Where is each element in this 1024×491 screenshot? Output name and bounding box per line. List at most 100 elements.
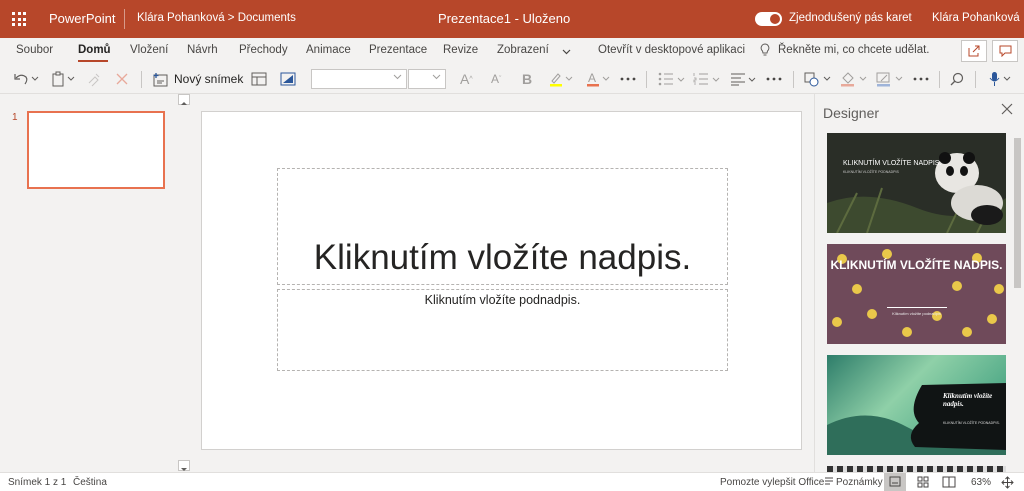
notes-icon bbox=[824, 476, 834, 489]
new-slide-button[interactable]: Nový snímek bbox=[152, 70, 243, 88]
normal-view-icon bbox=[889, 476, 901, 487]
design-idea-1-subtitle: KLIKNUTÍM VLOŽÍTE PODNADPIS bbox=[843, 170, 899, 174]
tab-soubor[interactable]: Soubor bbox=[16, 44, 53, 56]
delete-button[interactable] bbox=[116, 70, 128, 88]
comment-icon bbox=[999, 45, 1011, 57]
tab-prechody[interactable]: Přechody bbox=[239, 44, 288, 56]
notes-button[interactable]: Poznámky bbox=[836, 477, 883, 488]
document-title[interactable]: Prezentace1 - Uloženo bbox=[438, 11, 570, 26]
bold-icon: B bbox=[522, 71, 533, 87]
design-idea-3-subtitle: KLIKNUTÍM VLOŽÍTE PODNADPIS. bbox=[943, 421, 1000, 425]
ribbon-toolbar: Nový snímek A ^ Aˇ B A bbox=[0, 64, 1024, 94]
highlight-button[interactable] bbox=[549, 70, 575, 88]
slide-thumbnail-pane: 1 bbox=[0, 94, 178, 472]
format-painter-button[interactable] bbox=[86, 70, 102, 88]
title-placeholder[interactable]: Kliknutím vložíte nadpis. bbox=[277, 168, 728, 285]
more-icon bbox=[620, 77, 636, 81]
simplified-ribbon-label: Zjednodušený pás karet bbox=[789, 12, 912, 24]
tab-prezentace[interactable]: Prezentace bbox=[369, 44, 427, 56]
tab-vlozeni[interactable]: Vložení bbox=[130, 44, 168, 56]
tab-revize[interactable]: Revize bbox=[443, 44, 478, 56]
tell-me-search[interactable]: Řekněte mi, co chcete udělat. bbox=[778, 44, 930, 56]
grow-font-button[interactable]: A ^ bbox=[460, 70, 473, 88]
more-font-options[interactable] bbox=[620, 70, 636, 88]
reading-view-button[interactable] bbox=[942, 476, 956, 491]
toolbar-separator bbox=[939, 71, 940, 88]
zoom-level[interactable]: 63% bbox=[971, 477, 991, 488]
more-paragraph-options[interactable] bbox=[766, 70, 782, 88]
bullets-button[interactable] bbox=[658, 70, 686, 88]
slide-counter: Snímek 1 z 1 bbox=[8, 477, 67, 488]
fit-to-window-button[interactable] bbox=[1001, 476, 1014, 491]
share-button[interactable] bbox=[961, 40, 987, 62]
slide-canvas[interactable]: Kliknutím vložíte nadpis. Kliknutím vlož… bbox=[201, 111, 802, 450]
highlighter-icon bbox=[550, 73, 573, 87]
search-icon bbox=[950, 72, 964, 86]
open-in-desktop-app[interactable]: Otevřít v desktopové aplikaci bbox=[598, 44, 745, 56]
shape-outline-button[interactable] bbox=[876, 70, 904, 88]
bold-button[interactable]: B bbox=[522, 70, 532, 88]
design-idea-2[interactable]: KLIKNUTÍM VLOŽÍTE NADPIS. Kliknutím vlož… bbox=[827, 244, 1006, 344]
account-name[interactable]: Klára Pohanková bbox=[932, 12, 1020, 24]
dictate-button[interactable] bbox=[988, 70, 1014, 88]
numbering-button[interactable] bbox=[693, 70, 721, 88]
format-painter-icon bbox=[88, 73, 100, 87]
design-idea-3[interactable]: Kliknutím vložíte nadpis. KLIKNUTÍM VLOŽ… bbox=[827, 355, 1006, 455]
shapes-icon bbox=[804, 72, 831, 87]
designer-pane: Designer KLIKNUTÍM VLOŽÍTE NADPIS. KLIKN… bbox=[814, 94, 1024, 472]
title-bar: PowerPoint Klára Pohanková > Documents P… bbox=[0, 0, 1024, 38]
normal-view-button[interactable] bbox=[884, 473, 906, 491]
shrink-font-button[interactable]: Aˇ bbox=[491, 70, 501, 88]
tab-domu[interactable]: Domů bbox=[78, 44, 111, 56]
tab-navrh[interactable]: Návrh bbox=[187, 44, 218, 56]
caret-up-icon bbox=[181, 102, 187, 105]
font-size-select[interactable] bbox=[408, 69, 446, 89]
layout-icon bbox=[251, 72, 267, 86]
chevron-down-icon bbox=[432, 74, 441, 80]
slide-thumbnail[interactable] bbox=[27, 111, 165, 189]
shapes-button[interactable] bbox=[804, 70, 832, 88]
simplified-ribbon-toggle[interactable] bbox=[755, 12, 782, 26]
breadcrumb[interactable]: Klára Pohanková > Documents bbox=[137, 12, 296, 24]
tab-zobrazeni[interactable]: Zobrazení bbox=[497, 44, 549, 56]
shape-fill-slide-button[interactable] bbox=[280, 70, 296, 88]
more-drawing-options[interactable] bbox=[913, 70, 929, 88]
paste-button[interactable] bbox=[51, 70, 77, 88]
numbered-list-icon bbox=[693, 73, 720, 85]
undo-button[interactable] bbox=[13, 70, 39, 88]
design-idea-1[interactable]: KLIKNUTÍM VLOŽÍTE NADPIS. KLIKNUTÍM VLOŽ… bbox=[827, 133, 1006, 233]
scroll-down-button[interactable] bbox=[178, 460, 190, 471]
background-icon bbox=[280, 72, 296, 86]
close-icon bbox=[1001, 103, 1013, 115]
design-idea-2-divider bbox=[887, 307, 947, 308]
font-name-select[interactable] bbox=[311, 69, 407, 89]
share-icon bbox=[968, 45, 979, 57]
subtitle-placeholder-text: Kliknutím vložíte podnadpis. bbox=[424, 293, 581, 307]
language-indicator[interactable]: Čeština bbox=[73, 477, 107, 488]
shape-fill-button[interactable] bbox=[840, 70, 868, 88]
toolbar-separator bbox=[975, 71, 976, 88]
feedback-link[interactable]: Pomozte vylepšit Office bbox=[720, 477, 824, 488]
layout-button[interactable] bbox=[251, 70, 267, 88]
designer-scrollbar[interactable] bbox=[1012, 118, 1022, 458]
pen-icon bbox=[876, 72, 903, 87]
font-color-button[interactable]: A bbox=[586, 70, 612, 88]
paint-bucket-icon bbox=[841, 72, 867, 87]
align-button[interactable] bbox=[730, 70, 758, 88]
comments-button[interactable] bbox=[992, 40, 1018, 62]
bullet-list-icon bbox=[658, 72, 685, 86]
slide-sorter-button[interactable] bbox=[917, 476, 929, 491]
find-button[interactable] bbox=[950, 70, 964, 88]
subtitle-placeholder[interactable]: Kliknutím vložíte podnadpis. bbox=[277, 289, 728, 371]
designer-title: Designer bbox=[823, 105, 880, 121]
more-icon bbox=[766, 77, 782, 81]
chevron-down-icon[interactable] bbox=[562, 46, 571, 58]
app-launcher-icon[interactable] bbox=[12, 12, 26, 26]
slide-scrollbar[interactable] bbox=[178, 94, 190, 472]
tab-animace[interactable]: Animace bbox=[306, 44, 351, 56]
designer-scroll-thumb[interactable] bbox=[1014, 138, 1021, 288]
toolbar-separator bbox=[646, 71, 647, 88]
title-separator bbox=[124, 9, 125, 29]
app-name[interactable]: PowerPoint bbox=[49, 11, 115, 26]
scroll-up-button[interactable] bbox=[178, 94, 190, 105]
